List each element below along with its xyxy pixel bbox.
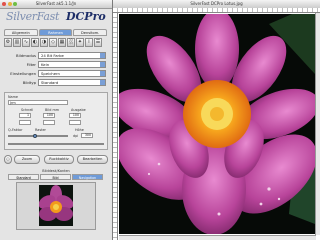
tool-toolbar: ⚙ ▥ ∿ ◐ ◑ ◇ ▦ ░ ✦ i ☰ xyxy=(4,38,108,47)
col-label: Bild mm xyxy=(45,108,60,112)
tab-densitometer[interactable]: Densitom. xyxy=(73,29,108,36)
histogram-icon[interactable]: ▥ xyxy=(13,38,21,47)
raster-label: Raster xyxy=(35,128,46,132)
settings-icon[interactable]: ☰ xyxy=(94,38,102,47)
silverfast-palette-window: SilverFast ak5.1.1/Jn SilverFast DCPro A… xyxy=(0,0,113,240)
bildmodus-select[interactable]: 24 Bit Farbe xyxy=(38,52,106,59)
info-icon[interactable]: i xyxy=(85,38,93,47)
value-cell[interactable] xyxy=(69,120,81,125)
image-window: SilverFast DCPro Lotus.jpg xyxy=(112,0,320,240)
minimize-button[interactable] xyxy=(7,2,12,6)
auto-adjust-icon[interactable]: ⚙ xyxy=(4,38,12,47)
field-label: Einstellungen xyxy=(10,71,36,76)
lotus-flower-image xyxy=(119,14,315,234)
image-window-title: SilverFast DCPro Lotus.jpg xyxy=(190,1,243,6)
lotus-thumbnail-image xyxy=(39,185,73,226)
unsharp-mask-icon[interactable]: ◇ xyxy=(49,38,57,47)
size-label: Höhe xyxy=(75,128,84,132)
col-label: Schnell xyxy=(21,108,34,112)
field-bildmodus: Bildmodus 24 Bit Farbe xyxy=(4,52,108,59)
zoom-button[interactable]: Zoom xyxy=(14,155,40,164)
horizontal-ruler xyxy=(113,8,320,13)
field-label: Bildmodus xyxy=(16,53,36,58)
palette-tabs: Allgemein Rahmen Densitom. xyxy=(4,29,108,36)
field-einstellungen: Einstellungen Speichern xyxy=(4,70,108,77)
prescan-button[interactable]: Ruckkaktiv xyxy=(44,155,74,164)
horizontal-scrollbar[interactable] xyxy=(119,235,316,240)
q-factor-label: Q-Faktor xyxy=(8,128,23,132)
silverfast-logo: SilverFast DCPro xyxy=(6,10,106,27)
field-label: Bildtyp xyxy=(22,80,36,85)
vertical-ruler xyxy=(113,13,118,240)
gradation-curve-icon[interactable]: ∿ xyxy=(22,38,30,47)
value-cell[interactable]: 100 xyxy=(69,113,81,118)
zoom-window-button[interactable] xyxy=(13,2,17,6)
value-cell[interactable]: 1 xyxy=(19,113,31,118)
field-filter: Filter Kein xyxy=(4,61,108,68)
scale-slider-knob[interactable] xyxy=(33,134,37,138)
value-cell[interactable] xyxy=(19,120,31,125)
selective-color-icon[interactable]: ◑ xyxy=(40,38,48,47)
tab-rahmen[interactable]: Rahmen xyxy=(38,29,73,36)
grain-icon[interactable]: ░ xyxy=(67,38,75,47)
field-bildtyp: Bildtyp Standard xyxy=(4,79,108,86)
logo-dcpro-text: DCPro xyxy=(66,10,106,23)
nav-tab-standard[interactable]: Standard xyxy=(8,174,39,180)
action-buttons: ○ Zoom Ruckkaktiv Bearbeiten xyxy=(4,155,108,164)
nav-tab-navigation[interactable]: Navigation xyxy=(72,174,103,180)
name-input[interactable]: Jrm xyxy=(8,100,68,105)
palette-title: SilverFast ak5.1.1/Jn xyxy=(35,1,77,6)
close-button[interactable] xyxy=(2,2,6,6)
value-cell[interactable] xyxy=(43,120,55,125)
frame-settings-group: Name Jrm Schnell Bild mm Ausgabe 1 100 1… xyxy=(4,92,108,150)
palette-title-bar[interactable]: SilverFast ak5.1.1/Jn xyxy=(0,0,112,9)
descreen-icon[interactable]: ▦ xyxy=(58,38,66,47)
einstellungen-select[interactable]: Speichern xyxy=(38,70,106,77)
tab-allgemein[interactable]: Allgemein xyxy=(4,29,38,36)
scan-button[interactable]: Bearbeiten xyxy=(77,155,108,164)
scale-slider[interactable] xyxy=(8,135,68,137)
bildtyp-select[interactable]: Standard xyxy=(38,79,106,86)
field-label: Filter xyxy=(26,62,36,67)
navigator-thumbnail[interactable] xyxy=(39,185,73,226)
value-cell[interactable]: 100 xyxy=(43,113,55,118)
navigator-tabs: Standard Bild Navigation xyxy=(8,174,104,180)
nav-tab-bild[interactable]: Bild xyxy=(40,174,71,180)
prescan-circle-button[interactable]: ○ xyxy=(4,155,12,164)
filter-slider[interactable] xyxy=(8,143,104,145)
scan-preview-image[interactable] xyxy=(119,14,315,234)
vertical-scrollbar[interactable] xyxy=(315,13,320,235)
filter-select[interactable]: Kein xyxy=(38,61,106,68)
window-controls xyxy=(2,2,17,6)
dpi-label: dpi xyxy=(73,134,79,138)
navigator-preview-box xyxy=(16,182,96,230)
dpi-input[interactable]: 300 xyxy=(81,133,93,138)
col-label: Ausgabe xyxy=(71,108,86,112)
color-correction-icon[interactable]: ◐ xyxy=(31,38,39,47)
name-label: Name xyxy=(8,95,19,99)
logo-silverfast-text: SilverFast xyxy=(6,10,60,23)
dust-icon[interactable]: ✦ xyxy=(76,38,84,47)
